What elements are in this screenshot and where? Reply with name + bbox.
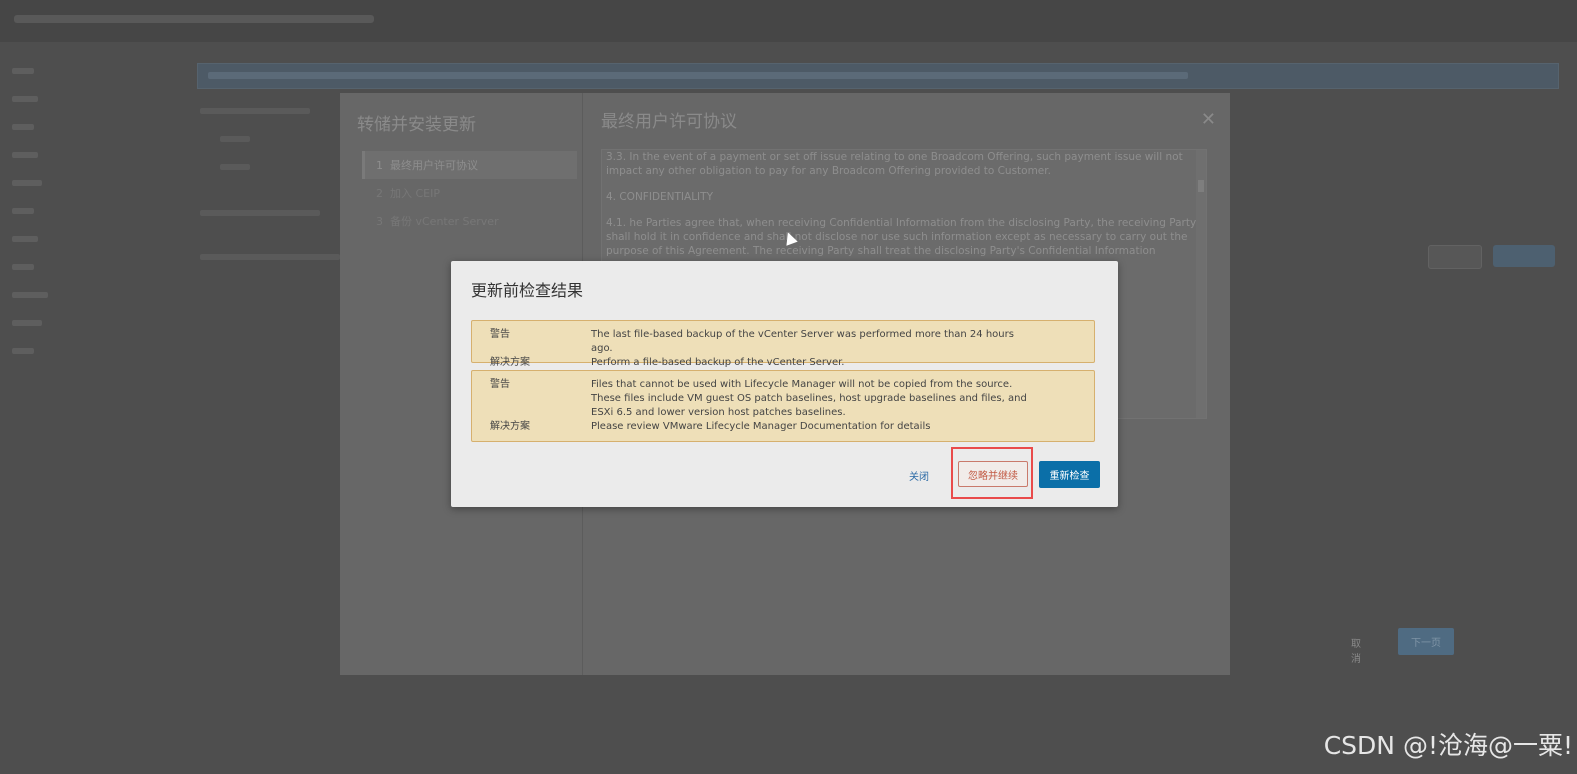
precheck-results-dialog: 更新前检查结果 警告 The last file-based backup of…	[451, 261, 1118, 507]
cancel-button[interactable]: 取消	[1351, 635, 1361, 665]
step-label: 最终用户许可协议	[390, 159, 478, 172]
solution-label: 解决方案	[490, 357, 530, 368]
info-banner	[197, 63, 1559, 89]
recheck-button[interactable]: 重新检查	[1039, 461, 1100, 488]
solution-text: Perform a file-based backup of the vCent…	[591, 357, 845, 368]
step-number: 3	[376, 214, 383, 228]
step-label: 备份 vCenter Server	[390, 215, 499, 228]
close-icon[interactable]: ✕	[1201, 109, 1216, 130]
ignore-and-continue-button[interactable]: 忽略并继续	[958, 461, 1028, 487]
eula-paragraph: 4.1. he Parties agree that, when receivi…	[606, 217, 1197, 257]
eula-title: 最终用户许可协议	[601, 112, 737, 132]
warning-text: Files that cannot be used with Lifecycle…	[591, 379, 1027, 418]
eula-paragraph: 3.3. In the event of a payment or set of…	[606, 151, 1183, 177]
wizard-step-ceip[interactable]: 2 加入 CEIP	[362, 179, 577, 207]
solution-label: 解决方案	[490, 421, 530, 432]
left-navigation	[0, 42, 190, 482]
warning-text: The last file-based backup of the vCente…	[591, 329, 1014, 354]
warning-alert: 警告 Files that cannot be used with Lifecy…	[471, 370, 1095, 442]
wizard-step-backup[interactable]: 3 备份 vCenter Server	[362, 207, 577, 235]
step-number: 1	[376, 158, 383, 172]
step-number: 2	[376, 186, 383, 200]
watermark: CSDN @!沧海@一粟!	[1323, 731, 1573, 760]
step-label: 加入 CEIP	[390, 187, 441, 200]
wizard-title: 转储并安装更新	[357, 115, 476, 135]
solution-text: Please review VMware Lifecycle Manager D…	[591, 421, 931, 432]
header-blur	[14, 15, 374, 23]
eula-scrollbar[interactable]	[1196, 150, 1206, 418]
scrollbar-thumb[interactable]	[1198, 180, 1204, 192]
warning-alert: 警告 The last file-based backup of the vCe…	[471, 320, 1095, 368]
app-header	[0, 0, 1577, 42]
wizard-steps: 1 最终用户许可协议 2 加入 CEIP 3 备份 vCenter Server	[362, 151, 577, 235]
dialog-title: 更新前检查结果	[471, 281, 584, 300]
wizard-step-eula[interactable]: 1 最终用户许可协议	[362, 151, 577, 179]
next-button[interactable]: 下一页	[1398, 628, 1454, 655]
close-button[interactable]: 关闭	[909, 468, 929, 483]
eula-paragraph: 4. CONFIDENTIALITY	[606, 191, 713, 203]
warning-label: 警告	[490, 329, 510, 340]
warning-label: 警告	[490, 379, 510, 390]
